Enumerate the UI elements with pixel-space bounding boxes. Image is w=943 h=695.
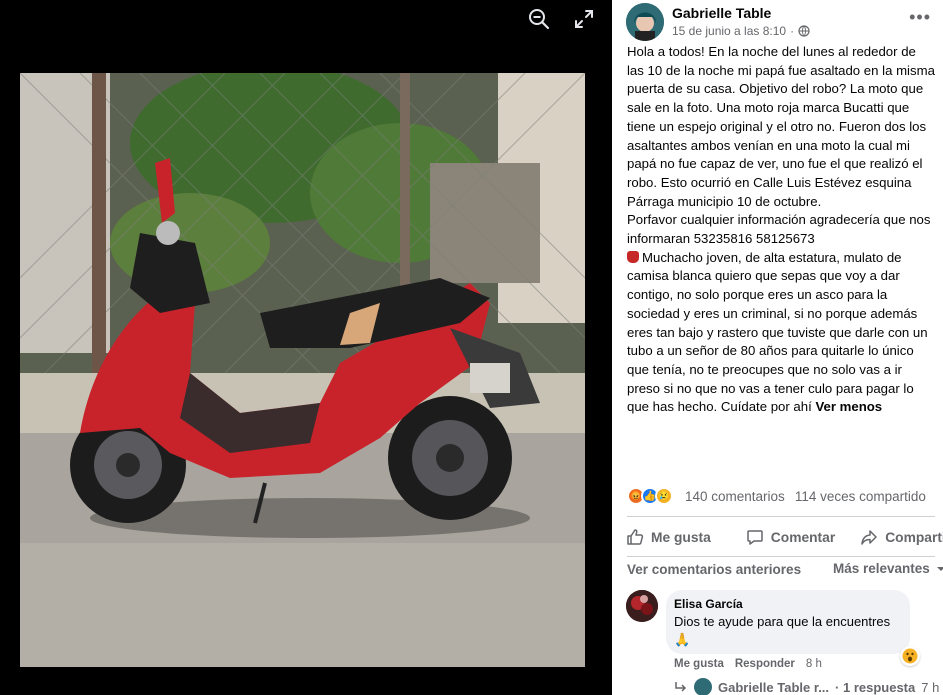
- reaction-summary[interactable]: 😡 👍 😢: [627, 487, 673, 505]
- red-cup-emoji-icon: [627, 250, 639, 263]
- post-paragraph-text: Muchacho joven, de alta estatura, mulato…: [627, 249, 928, 415]
- commenter-name[interactable]: Elisa García: [674, 597, 902, 611]
- author-name[interactable]: Gabrielle Table: [672, 5, 771, 21]
- like-button[interactable]: Me gusta: [626, 528, 711, 546]
- reply-preview[interactable]: Gabrielle Table r... · 1 respuesta 7 h: [674, 677, 943, 695]
- sort-label: Más relevantes: [833, 561, 930, 576]
- post-paragraph: Porfavor cualquier información agradecer…: [627, 212, 931, 247]
- reply-time: 7 h: [921, 679, 940, 695]
- share-button[interactable]: Compartir: [860, 528, 943, 546]
- share-icon: [861, 530, 877, 545]
- see-less-link[interactable]: Ver menos: [815, 399, 882, 414]
- comment-button-label: Comentar: [770, 529, 836, 545]
- comment-text: Dios te ayude para que la encuentres 🙏: [674, 614, 891, 647]
- post-date[interactable]: 15 de junio a las 8:10: [672, 24, 786, 38]
- post-photo[interactable]: [20, 73, 585, 667]
- post-panel: Gabrielle Table 15 de junio a las 8:10 ·…: [612, 0, 943, 695]
- post-paragraph: Hola a todos! En la noche del lunes al r…: [627, 44, 935, 209]
- globe-icon: [798, 25, 810, 37]
- zoom-out-icon[interactable]: [528, 8, 550, 30]
- post-paragraph: Muchacho joven, de alta estatura, mulato…: [627, 249, 935, 417]
- comment-meta: Me gusta Responder 8 h: [674, 658, 822, 670]
- divider: [627, 556, 935, 557]
- post-actions: Me gusta Comentar Compartir: [626, 524, 943, 550]
- author-avatar[interactable]: [626, 3, 664, 41]
- post-header: Gabrielle Table 15 de junio a las 8:10 ·…: [626, 3, 943, 43]
- reply-arrow-icon: [675, 682, 687, 692]
- commenter-avatar[interactable]: [626, 590, 658, 622]
- reply-author-avatar: [694, 678, 712, 695]
- motorcycle-photo: [20, 73, 585, 667]
- like-button-label: Me gusta: [651, 529, 711, 545]
- comment-bubble: Elisa García Dios te ayude para que la e…: [666, 590, 910, 654]
- post-text: Hola a todos! En la noche del lunes al r…: [627, 43, 935, 417]
- reply-count: · 1 respuesta: [835, 679, 916, 695]
- post-meta: 15 de junio a las 8:10 ·: [672, 24, 810, 38]
- thumbs-up-icon: [627, 529, 644, 545]
- share-count[interactable]: 114 veces compartido: [795, 489, 926, 504]
- comment-icon: [747, 530, 763, 545]
- wow-reaction-icon[interactable]: [900, 646, 920, 666]
- comment-button[interactable]: Comentar: [746, 528, 835, 546]
- divider: [627, 516, 935, 517]
- post-viewer: Gabrielle Table 15 de junio a las 8:10 ·…: [0, 0, 943, 695]
- comments-bar: Ver comentarios anteriores Más relevante…: [627, 561, 943, 581]
- share-button-label: Compartir: [885, 529, 943, 545]
- view-previous-comments-link[interactable]: Ver comentarios anteriores: [627, 562, 801, 577]
- comment-count[interactable]: 140 comentarios: [685, 489, 785, 504]
- comment-time[interactable]: 8 h: [806, 658, 822, 670]
- photo-viewer: [0, 0, 612, 695]
- comment-reply-link[interactable]: Responder: [735, 658, 795, 670]
- sad-reaction-icon: 😢: [655, 487, 673, 505]
- fullscreen-icon[interactable]: [573, 8, 595, 30]
- caret-down-icon: [936, 566, 943, 571]
- post-stats: 😡 👍 😢 140 comentarios 114 veces comparti…: [627, 485, 943, 507]
- sort-comments-dropdown[interactable]: Más relevantes: [833, 561, 943, 576]
- more-options-icon[interactable]: •••: [909, 7, 931, 28]
- reply-author: Gabrielle Table r...: [718, 679, 830, 695]
- comment-like-link[interactable]: Me gusta: [674, 658, 724, 670]
